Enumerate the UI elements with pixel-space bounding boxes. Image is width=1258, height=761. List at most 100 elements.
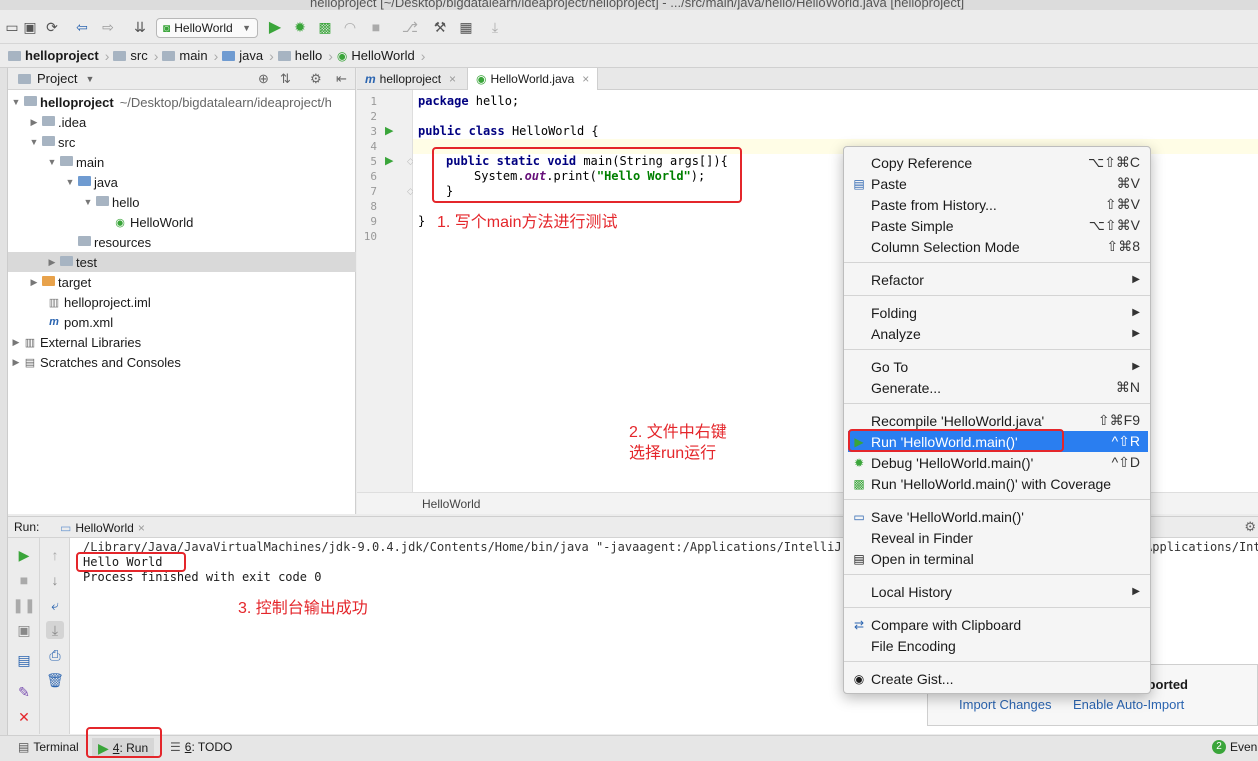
menu-item-go-to[interactable]: Go To ▶ <box>848 356 1148 377</box>
run-icon[interactable]: ▶ <box>265 17 285 37</box>
close-icon[interactable]: × <box>138 521 145 535</box>
expand-arrow-icon[interactable]: ▶ <box>10 357 22 368</box>
close-icon[interactable]: × <box>449 72 456 86</box>
tab-helloproject[interactable]: m helloproject × <box>357 68 464 90</box>
tree-item-helloworld[interactable]: ◉ HelloWorld <box>8 212 356 232</box>
expand-arrow-icon[interactable]: ▼ <box>82 197 94 207</box>
chevron-down-icon[interactable]: ▼ <box>85 74 94 84</box>
menu-item-folding[interactable]: Folding ▶ <box>848 302 1148 323</box>
menu-item-paste-simple[interactable]: Paste Simple ⌥⇧⌘V <box>848 215 1148 236</box>
breadcrumb-item-hello[interactable]: hello <box>274 48 328 63</box>
run-tab-helloworld[interactable]: ▭ HelloWorld × <box>54 517 151 538</box>
forward-icon[interactable]: ⇨ <box>98 17 118 37</box>
editor-gutter[interactable]: 1 2 3 4 5 6 7 8 9 10 ▶ ▶ ◇ ◇ <box>357 90 414 492</box>
tree-item-idea[interactable]: ▶ .idea <box>8 112 356 132</box>
stop-icon[interactable]: ■ <box>15 571 33 589</box>
menu-item-compare-clipboard[interactable]: ⇄ Compare with Clipboard <box>848 614 1148 635</box>
expand-arrow-icon[interactable]: ▼ <box>64 177 76 187</box>
run-configuration-select[interactable]: ◙ HelloWorld ▼ <box>156 18 258 38</box>
event-log-button[interactable]: 2 Even <box>1212 740 1257 754</box>
print-icon[interactable]: ⎙ <box>46 646 64 664</box>
menu-item-generate[interactable]: Generate... ⌘N <box>848 377 1148 398</box>
tree-item-target[interactable]: ▶ target <box>8 272 356 292</box>
collapse-all-icon[interactable]: ⇅ <box>280 71 291 87</box>
pin-icon[interactable]: ✎ <box>15 683 33 701</box>
sync-icon[interactable]: ⟳ <box>42 17 62 37</box>
project-structure-icon[interactable]: ▦ <box>456 17 476 37</box>
close-icon[interactable]: ✕ <box>15 708 33 726</box>
tree-item-helloproject[interactable]: ▼ helloproject ~/Desktop/bigdatalearn/id… <box>8 92 356 112</box>
scroll-to-end-icon[interactable]: ⤓ <box>46 621 64 639</box>
menu-item-recompile[interactable]: Recompile 'HelloWorld.java' ⇧⌘F9 <box>848 410 1148 431</box>
breadcrumb-item-helloworld[interactable]: ◉ HelloWorld <box>333 48 421 63</box>
debug-icon[interactable]: ✹ <box>290 17 310 37</box>
breadcrumb-item-helloproject[interactable]: helloproject <box>4 48 105 63</box>
tree-item-pom-xml[interactable]: m pom.xml <box>8 312 356 332</box>
coverage-icon[interactable]: ▩ <box>315 17 335 37</box>
menu-item-refactor[interactable]: Refactor ▶ <box>848 269 1148 290</box>
tree-item-external-libraries[interactable]: ▶ ▥ External Libraries <box>8 332 356 352</box>
open-icon[interactable]: ▭ <box>2 17 22 37</box>
stop-icon[interactable]: ■ <box>366 17 386 37</box>
locate-icon[interactable]: ⊕ <box>258 71 269 87</box>
expand-arrow-icon[interactable]: ▶ <box>46 257 58 268</box>
menu-item-paste[interactable]: ▤ Paste ⌘V <box>848 173 1148 194</box>
expand-arrow-icon[interactable]: ▼ <box>46 157 58 167</box>
back-icon[interactable]: ⇦ <box>72 17 92 37</box>
menu-item-paste-from-history[interactable]: Paste from History... ⇧⌘V <box>848 194 1148 215</box>
gear-icon[interactable]: ⚙ <box>1244 519 1256 535</box>
menu-item-analyze[interactable]: Analyze ▶ <box>848 323 1148 344</box>
build-icon[interactable]: ⇊ <box>130 17 150 37</box>
left-tool-strip[interactable] <box>0 68 8 736</box>
todo-tool-button[interactable]: ☰ 6: TODO <box>170 740 232 754</box>
editor-footer-label[interactable]: HelloWorld <box>422 497 480 511</box>
menu-item-column-selection[interactable]: Column Selection Mode ⇧⌘8 <box>848 236 1148 257</box>
trash-icon[interactable]: 🗑 <box>46 671 64 689</box>
import-changes-link[interactable]: Import Changes <box>959 697 1052 712</box>
enable-auto-import-link[interactable]: Enable Auto-Import <box>1073 697 1184 712</box>
download-icon[interactable]: ⤓ <box>485 17 505 37</box>
expand-arrow-icon[interactable]: ▶ <box>10 337 22 348</box>
run-gutter-icon[interactable]: ▶ <box>385 124 393 137</box>
gear-icon[interactable]: ⚙ <box>310 71 322 87</box>
menu-item-run-with-coverage[interactable]: ▩ Run 'HelloWorld.main()' with Coverage <box>848 473 1148 494</box>
expand-arrow-icon[interactable]: ▼ <box>10 97 22 107</box>
expand-arrow-icon[interactable]: ▶ <box>28 277 40 288</box>
close-icon[interactable]: × <box>582 72 589 86</box>
soft-wrap-icon[interactable]: ⤶ <box>46 596 64 614</box>
pause-icon[interactable]: ❚❚ <box>12 596 35 614</box>
save-icon[interactable]: ▣ <box>20 17 40 37</box>
menu-item-copy-reference[interactable]: Copy Reference ⌥⇧⌘C <box>848 152 1148 173</box>
camera-icon[interactable]: ▣ <box>15 621 33 639</box>
vcs-icon[interactable]: ⎇ <box>400 17 420 37</box>
tab-helloworld-java[interactable]: ◉ HelloWorld.java × <box>467 68 599 90</box>
run-gutter-icon[interactable]: ▶ <box>385 154 393 167</box>
project-view-title[interactable]: Project <box>37 71 77 86</box>
menu-item-file-encoding[interactable]: File Encoding <box>848 635 1148 656</box>
menu-item-local-history[interactable]: Local History ▶ <box>848 581 1148 602</box>
tree-item-scratches[interactable]: ▶ ▤ Scratches and Consoles <box>8 352 356 372</box>
down-arrow-icon[interactable]: ↓ <box>46 571 64 589</box>
up-arrow-icon[interactable]: ↑ <box>46 546 64 564</box>
profile-icon[interactable]: ◠ <box>340 17 360 37</box>
layout-icon[interactable]: ▤ <box>15 651 33 669</box>
breadcrumb-item-main[interactable]: main <box>158 48 213 63</box>
menu-item-save-config[interactable]: ▭ Save 'HelloWorld.main()' <box>848 506 1148 527</box>
menu-item-open-in-terminal[interactable]: ▤ Open in terminal <box>848 548 1148 569</box>
tree-item-src[interactable]: ▼ src <box>8 132 356 152</box>
tree-item-resources[interactable]: resources <box>8 232 356 252</box>
tree-item-test[interactable]: ▶ test <box>8 252 356 272</box>
tree-item-helloproject-iml[interactable]: ▥ helloproject.iml <box>8 292 356 312</box>
menu-item-create-gist[interactable]: ◉ Create Gist... <box>848 668 1148 689</box>
expand-arrow-icon[interactable]: ▶ <box>28 117 40 128</box>
menu-item-reveal-in-finder[interactable]: Reveal in Finder <box>848 527 1148 548</box>
tree-item-hello[interactable]: ▼ hello <box>8 192 356 212</box>
settings-icon[interactable]: ⚒ <box>430 17 450 37</box>
tree-item-main[interactable]: ▼ main <box>8 152 356 172</box>
expand-arrow-icon[interactable]: ▼ <box>28 137 40 147</box>
tree-item-java[interactable]: ▼ java <box>8 172 356 192</box>
menu-item-debug-main[interactable]: ✹ Debug 'HelloWorld.main()' ^⇧D <box>848 452 1148 473</box>
breadcrumb-item-src[interactable]: src <box>109 48 153 63</box>
hide-panel-icon[interactable]: ⇤ <box>336 71 347 87</box>
breadcrumb-item-java[interactable]: java <box>218 48 269 63</box>
